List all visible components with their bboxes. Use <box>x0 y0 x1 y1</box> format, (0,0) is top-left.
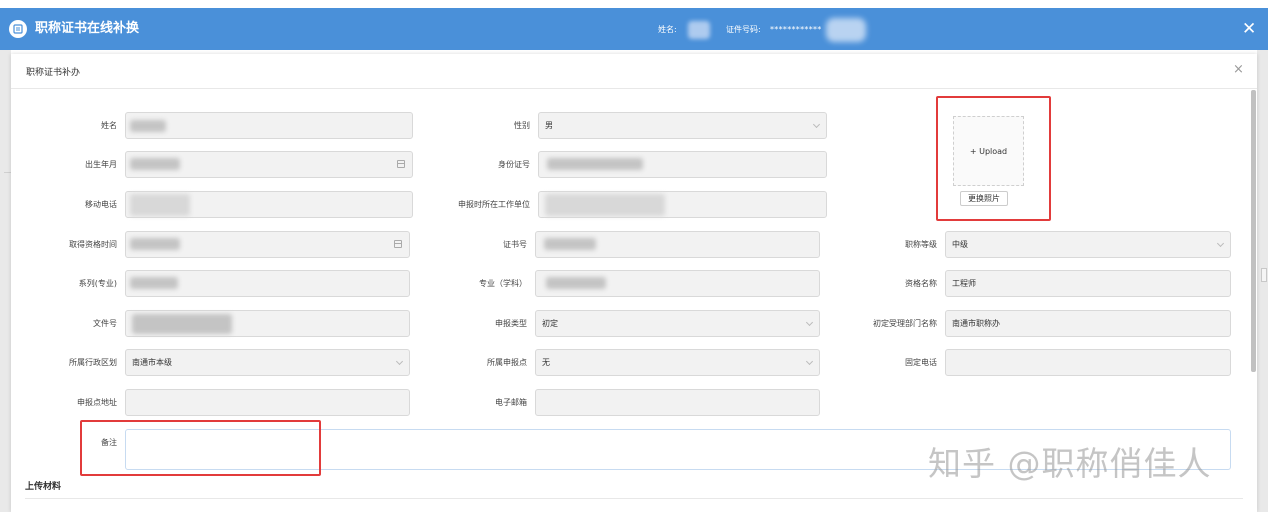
redacted-value <box>546 277 606 289</box>
gender-value: 男 <box>545 121 553 130</box>
birth-label: 出生年月 <box>85 160 117 169</box>
dialog-title: 职称证书补办 <box>26 68 81 78</box>
user-name-redacted <box>688 21 710 39</box>
doc-no-field[interactable] <box>125 310 410 337</box>
id-number-field[interactable] <box>538 151 827 178</box>
address-label: 申报点地址 <box>77 398 117 407</box>
backdrop-mark <box>4 172 11 173</box>
redacted-value <box>544 238 596 250</box>
qual-name-value: 工程师 <box>952 279 976 288</box>
mobile-field[interactable] <box>125 191 413 218</box>
watermark: 知乎 @职称俏佳人 <box>928 444 1212 483</box>
redacted-value <box>130 158 180 170</box>
dialog-close-icon[interactable]: × <box>1233 62 1244 77</box>
section-divider <box>25 498 1243 499</box>
doc-no-label: 文件号 <box>93 319 117 328</box>
gender-select[interactable]: 男 <box>538 112 827 139</box>
apply-point-value: 无 <box>542 358 550 367</box>
upload-materials-heading: 上传材料 <box>25 482 62 492</box>
chevron-down-icon <box>1216 239 1225 248</box>
district-value: 南通市本级 <box>132 358 172 367</box>
dept-value: 南通市职称办 <box>952 319 1000 328</box>
phone-label: 固定电话 <box>905 358 937 367</box>
chevron-down-icon <box>395 357 404 366</box>
redacted-value <box>130 120 166 132</box>
cert-no-field[interactable] <box>535 231 820 258</box>
app-logo-icon <box>9 20 27 38</box>
cert-number-value: ************ <box>770 25 822 34</box>
address-field[interactable] <box>125 389 410 416</box>
chevron-down-icon <box>805 357 814 366</box>
backdrop-right <box>1257 50 1268 512</box>
major-field[interactable] <box>535 270 820 297</box>
dialog-divider <box>11 88 1257 89</box>
calendar-icon <box>397 160 405 168</box>
photo-highlight-box <box>936 96 1051 221</box>
qual-date-label: 取得资格时间 <box>69 240 117 249</box>
calendar-icon <box>394 240 402 248</box>
redacted-value <box>130 277 178 289</box>
title-level-value: 中级 <box>952 240 968 249</box>
title-level-select[interactable]: 中级 <box>945 231 1231 258</box>
backdrop-mark <box>1261 268 1267 282</box>
redacted-value <box>130 238 180 250</box>
redacted-value <box>132 314 232 334</box>
dept-field[interactable]: 南通市职称办 <box>945 310 1231 337</box>
qual-date-picker[interactable] <box>125 231 410 258</box>
cert-no-label: 证书号 <box>503 240 527 249</box>
name-field[interactable] <box>125 112 413 139</box>
mobile-label: 移动电话 <box>85 200 117 209</box>
gender-label: 性别 <box>514 121 530 130</box>
district-select[interactable]: 南通市本级 <box>125 349 410 376</box>
qual-name-field[interactable]: 工程师 <box>945 270 1231 297</box>
dialog-scrollbar[interactable] <box>1251 90 1256 372</box>
qual-name-label: 资格名称 <box>905 279 937 288</box>
app-title: 职称证书在线补换 <box>35 21 140 36</box>
email-label: 电子邮箱 <box>495 398 527 407</box>
cert-number-redacted <box>826 18 866 42</box>
apply-point-label: 所属申报点 <box>487 358 527 367</box>
employer-label: 申报时所在工作单位 <box>458 200 530 209</box>
apply-type-select[interactable]: 初定 <box>535 310 820 337</box>
dept-label: 初定受理部门名称 <box>873 319 937 328</box>
email-field[interactable] <box>535 389 820 416</box>
chevron-down-icon <box>805 318 814 327</box>
remark-highlight-box <box>80 420 321 476</box>
apply-type-label: 申报类型 <box>495 319 527 328</box>
window-close-icon[interactable]: ✕ <box>1242 19 1256 39</box>
redacted-value <box>545 194 665 216</box>
redacted-value <box>130 194 190 216</box>
apply-point-select[interactable]: 无 <box>535 349 820 376</box>
cert-number-label: 证件号码: <box>726 25 761 34</box>
redacted-value <box>547 158 643 170</box>
series-field[interactable] <box>125 270 410 297</box>
major-label: 专业（学科） <box>479 279 527 288</box>
birth-date-picker[interactable] <box>125 151 413 178</box>
id-number-label: 身份证号 <box>498 160 530 169</box>
name-label: 姓名 <box>101 121 117 130</box>
user-name-label: 姓名: <box>658 25 677 34</box>
series-label: 系列(专业) <box>78 279 117 288</box>
phone-field[interactable] <box>945 349 1231 376</box>
title-level-label: 职称等级 <box>905 240 937 249</box>
backdrop-left <box>0 50 11 512</box>
district-label: 所属行政区划 <box>69 358 117 367</box>
apply-type-value: 初定 <box>542 319 558 328</box>
app-header: 职称证书在线补换 姓名: 证件号码: ************ ✕ <box>0 8 1268 50</box>
chevron-down-icon <box>812 120 821 129</box>
employer-field[interactable] <box>538 191 827 218</box>
